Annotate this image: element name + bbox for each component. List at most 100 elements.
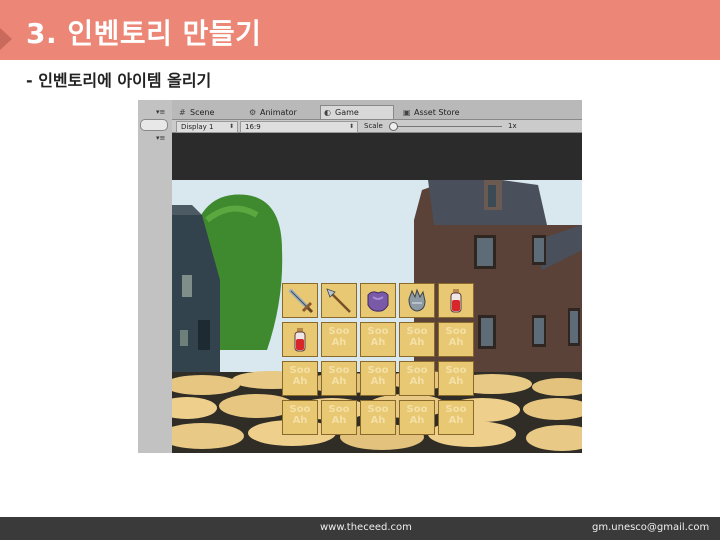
tab-scene[interactable]: # Scene — [176, 106, 252, 119]
slot-logo: Soo Ah — [400, 326, 434, 348]
panel-menu-icon[interactable]: ▾≡ — [156, 109, 165, 116]
scale-slider-handle[interactable] — [389, 122, 398, 131]
hierarchy-panel-strip: ▾≡ ▾≡ — [138, 100, 173, 453]
slot-logo-text: Soo — [406, 404, 428, 415]
slot-logo-text: Soo — [289, 404, 311, 415]
title-notch — [0, 28, 12, 50]
armor-icon[interactable] — [364, 287, 392, 315]
inventory-slot[interactable]: Soo Ah — [438, 322, 474, 357]
slot-logo: Soo Ah — [361, 404, 395, 426]
aspect-dropdown[interactable]: 16:9 ⬍ — [240, 121, 358, 133]
editor-tab-bar: # Scene ⚙ Animator ◐ Game ▣ Asset Store — [172, 100, 582, 120]
slide-title: 3. 인벤토리 만들기 — [26, 17, 262, 50]
aspect-value: 16:9 — [245, 123, 261, 131]
slot-logo-text: Soo — [289, 365, 311, 376]
tab-asset-store[interactable]: ▣ Asset Store — [400, 106, 492, 119]
slot-logo: Soo Ah — [400, 365, 434, 387]
inventory-slot[interactable]: Soo Ah — [399, 322, 435, 357]
slot-logo-text: Ah — [331, 376, 347, 387]
footer-website: www.theceed.com — [320, 522, 412, 533]
slot-logo-text: Ah — [409, 376, 425, 387]
animator-icon: ⚙ — [249, 108, 257, 117]
game-viewport: Soo Ah Soo Ah Soo Ah Soo Ah Soo Ah Soo Ah Soo Ah Soo Ah… — [172, 180, 582, 453]
slot-logo: Soo Ah — [322, 404, 356, 426]
inventory-slot[interactable]: Soo Ah — [399, 400, 435, 435]
inventory-slot[interactable]: Soo Ah — [438, 361, 474, 396]
scale-value: 1x — [508, 122, 517, 130]
slot-logo: Soo Ah — [283, 365, 317, 387]
slot-logo-text: Soo — [406, 326, 428, 337]
slot-logo: Soo Ah — [283, 404, 317, 426]
tab-animator[interactable]: ⚙ Animator — [246, 106, 324, 119]
slot-logo-text: Soo — [328, 404, 350, 415]
inventory-slot[interactable]: Soo Ah — [282, 400, 318, 435]
slot-logo: Soo Ah — [439, 326, 473, 348]
inventory-slot[interactable] — [321, 283, 357, 318]
slot-logo: Soo Ah — [400, 404, 434, 426]
inventory-slot[interactable] — [399, 283, 435, 318]
slot-logo-text: Soo — [328, 365, 350, 376]
slot-logo-text: Soo — [328, 326, 350, 337]
slot-logo-text: Soo — [445, 404, 467, 415]
footer-email: gm.unesco@gmail.com — [592, 522, 710, 533]
tab-label: Asset Store — [414, 108, 460, 117]
inventory-slot[interactable]: Soo Ah — [360, 322, 396, 357]
slot-logo-text: Ah — [448, 415, 464, 426]
scene-icon: # — [179, 108, 186, 117]
inventory-panel: Soo Ah Soo Ah Soo Ah Soo Ah Soo Ah Soo Ah Soo Ah Soo Ah… — [282, 283, 476, 437]
slot-logo-text: Soo — [367, 365, 389, 376]
slot-logo: Soo Ah — [439, 404, 473, 426]
tab-game[interactable]: ◐ Game — [320, 105, 394, 119]
slot-logo-text: Ah — [448, 376, 464, 387]
red-potion-icon[interactable] — [442, 287, 470, 315]
slide-subtitle: - 인벤토리에 아이템 올리기 — [26, 71, 212, 90]
display-value: Display 1 — [181, 123, 214, 131]
inventory-slot[interactable] — [360, 283, 396, 318]
slot-logo: Soo Ah — [361, 326, 395, 348]
slot-logo-text: Ah — [370, 376, 386, 387]
inventory-slot[interactable] — [282, 283, 318, 318]
spear-icon[interactable] — [325, 287, 353, 315]
inventory-slot[interactable] — [282, 322, 318, 357]
unity-game-window: ▾≡ ▾≡ # Scene ⚙ Animator ◐ Game ▣ Asset … — [138, 100, 582, 453]
gauntlet-icon[interactable] — [403, 287, 431, 315]
asset-store-icon: ▣ — [403, 108, 411, 117]
slot-logo-text: Ah — [409, 415, 425, 426]
inventory-slot[interactable]: Soo Ah — [399, 361, 435, 396]
slot-logo: Soo Ah — [322, 365, 356, 387]
inventory-slot[interactable]: Soo Ah — [360, 400, 396, 435]
slot-logo-text: Ah — [409, 337, 425, 348]
red-potion-icon[interactable] — [286, 326, 314, 354]
slot-logo-text: Soo — [445, 365, 467, 376]
game-view-letterbox — [172, 133, 582, 180]
slot-logo-text: Soo — [367, 404, 389, 415]
hierarchy-search-input[interactable] — [140, 119, 168, 131]
tab-label: Game — [335, 108, 359, 117]
slot-logo: Soo Ah — [439, 365, 473, 387]
footer-bar: www.theceed.com gm.unesco@gmail.com — [0, 517, 720, 540]
inventory-slot[interactable]: Soo Ah — [321, 361, 357, 396]
slot-logo-text: Soo — [406, 365, 428, 376]
slot-logo-text: Soo — [445, 326, 467, 337]
game-icon: ◐ — [324, 108, 331, 117]
inventory-slot[interactable]: Soo Ah — [360, 361, 396, 396]
tab-label: Animator — [260, 108, 297, 117]
panel-menu-icon[interactable]: ▾≡ — [156, 135, 165, 142]
slot-logo-text: Ah — [448, 337, 464, 348]
chevron-down-icon: ⬍ — [348, 123, 354, 130]
scale-label: Scale — [364, 122, 383, 130]
scale-slider-track[interactable] — [392, 126, 502, 127]
sword-icon[interactable] — [286, 287, 314, 315]
inventory-slot[interactable] — [438, 283, 474, 318]
inventory-slot[interactable]: Soo Ah — [282, 361, 318, 396]
tab-label: Scene — [190, 108, 215, 117]
inventory-slot[interactable]: Soo Ah — [321, 400, 357, 435]
slot-logo-text: Ah — [331, 415, 347, 426]
slot-logo: Soo Ah — [322, 326, 356, 348]
game-view-toolbar: Display 1 ⬍ 16:9 ⬍ Scale 1x — [172, 120, 582, 133]
inventory-slot[interactable]: Soo Ah — [321, 322, 357, 357]
display-dropdown[interactable]: Display 1 ⬍ — [176, 121, 238, 133]
slot-logo: Soo Ah — [361, 365, 395, 387]
slot-logo-text: Ah — [370, 415, 386, 426]
inventory-slot[interactable]: Soo Ah — [438, 400, 474, 435]
